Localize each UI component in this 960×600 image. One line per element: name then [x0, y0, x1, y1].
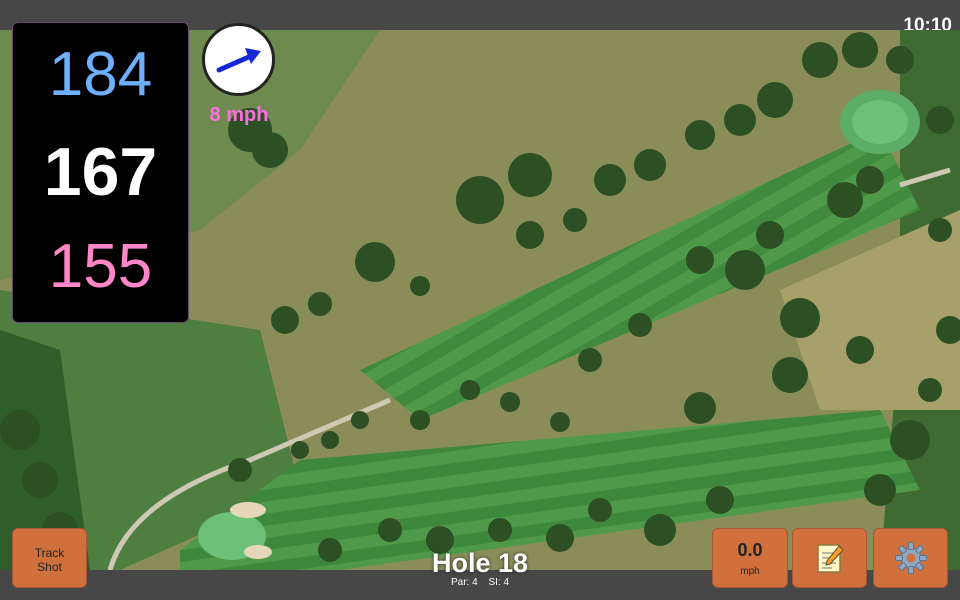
scorecard-button[interactable]: [792, 528, 867, 588]
track-shot-label-line1: Track: [34, 546, 65, 560]
gear-icon: [894, 542, 927, 574]
back-distance: 184: [48, 40, 153, 109]
wind-speed: 8 mph: [209, 104, 269, 126]
wind-indicator: [202, 23, 275, 96]
speed-value: 0.0: [737, 540, 763, 560]
speed-unit: mph: [740, 566, 760, 577]
middle-distance: 167: [43, 134, 158, 210]
speed-button[interactable]: 0.0 mph: [712, 528, 788, 588]
wind-arrow-icon: [216, 48, 261, 73]
hole-info: Par: 4 SI: 4: [380, 577, 580, 588]
track-shot-button[interactable]: Track Shot: [12, 528, 87, 588]
hole-par: Par: 4: [450, 577, 478, 588]
hole-stroke-index: SI: 4: [488, 577, 510, 588]
track-shot-label-line2: Shot: [37, 560, 62, 574]
hole-title: Hole 18: [431, 548, 529, 578]
notepad-icon: [816, 544, 844, 573]
settings-button[interactable]: [873, 528, 948, 588]
front-distance: 155: [48, 232, 153, 301]
distance-panel: 184 167 155: [12, 22, 189, 323]
